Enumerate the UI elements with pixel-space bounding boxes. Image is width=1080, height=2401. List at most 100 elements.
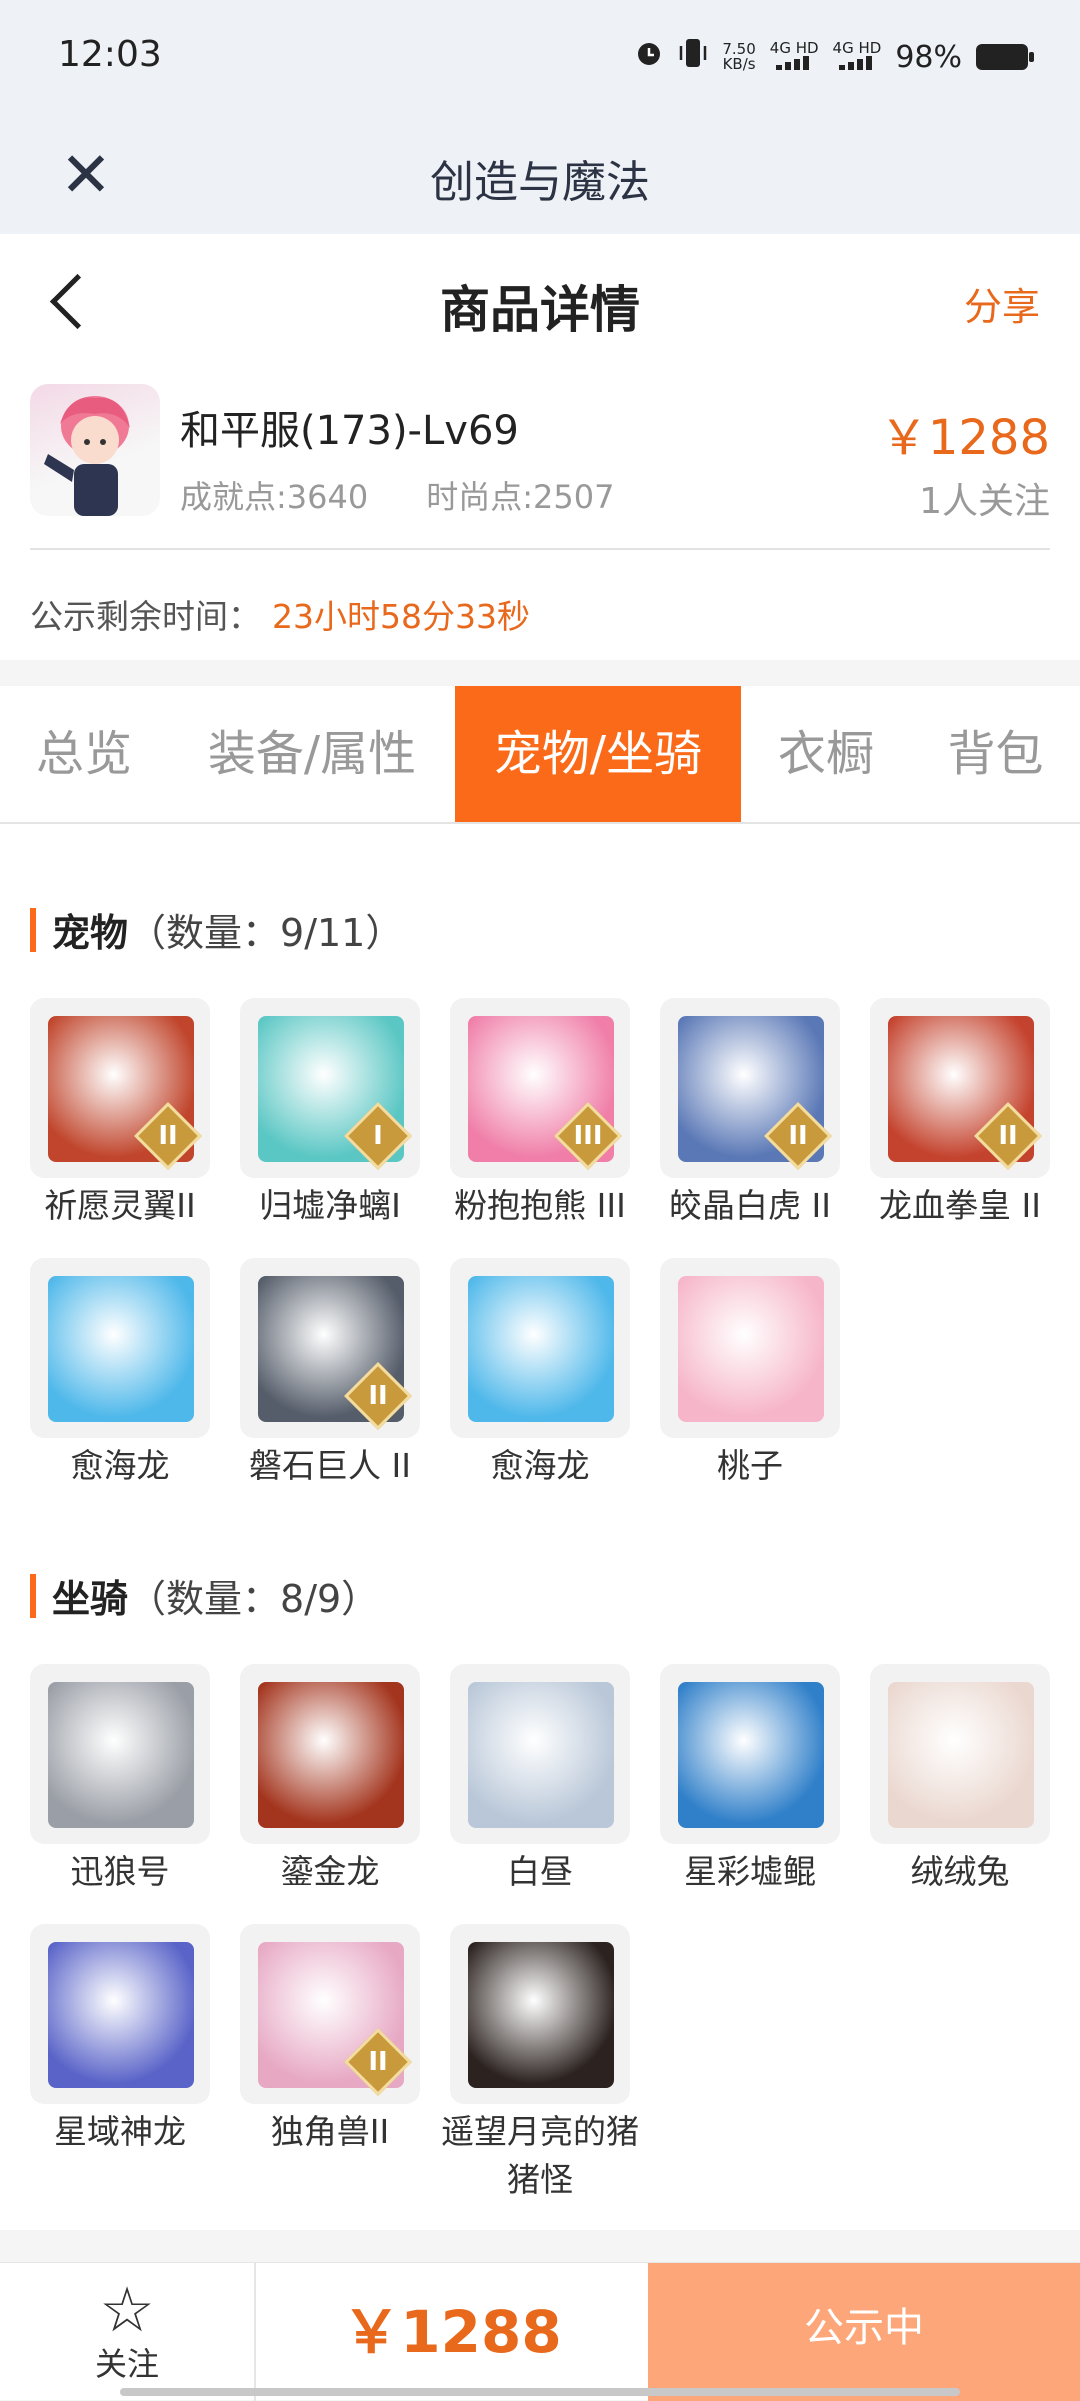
bottom-action-bar: ☆ 关注 ￥1288 公示中 <box>0 2262 1080 2401</box>
notice-countdown: 23小时58分33秒 <box>272 597 530 636</box>
mount-item[interactable]: 星域神龙 <box>30 1924 210 2156</box>
item-thumbnail <box>450 1924 630 2104</box>
tier-label: II <box>998 1121 1018 1151</box>
battery-icon <box>976 44 1034 70</box>
tier-label: III <box>573 1121 603 1151</box>
tab-equipment[interactable]: 装备/属性 <box>168 686 456 822</box>
item-thumbnail <box>30 1664 210 1844</box>
item-thumbnail: II <box>240 1924 420 2104</box>
mount-item[interactable]: 绒绒兔 <box>870 1664 1050 1896</box>
item-thumbnail: II <box>870 998 1050 1178</box>
pet-item[interactable]: II 龙血拳皇 II <box>870 998 1050 1230</box>
tier-label: I <box>373 1121 383 1151</box>
creature-image <box>678 1276 824 1422</box>
tab-wardrobe[interactable]: 衣橱 <box>741 686 911 822</box>
pets-mounts-panel: 宠物 （数量：9/11） II 祈愿灵翼II I 归墟净螭I III 粉抱抱熊 III II… <box>0 824 1080 2230</box>
item-thumbnail: II <box>30 998 210 1178</box>
creature-image <box>48 1276 194 1422</box>
pet-item[interactable]: II 磐石巨人 II <box>240 1258 420 1490</box>
pet-item[interactable]: 桃子 <box>660 1258 840 1490</box>
item-label: 迅狼号 <box>70 1852 170 1891</box>
creature-image <box>468 1682 614 1828</box>
home-indicator <box>120 2388 960 2396</box>
mount-item[interactable]: II 独角兽II <box>240 1924 420 2156</box>
creature-image <box>258 1682 404 1828</box>
item-label: 磐石巨人 II <box>249 1446 411 1485</box>
creature-image <box>888 1682 1034 1828</box>
item-thumbnail: II <box>660 998 840 1178</box>
achievement-points: 成就点:3640 <box>180 478 369 516</box>
follow-button[interactable]: ☆ 关注 <box>0 2263 256 2401</box>
item-label: 星域神龙 <box>54 2112 186 2151</box>
publicity-notice: 公示剩余时间： 23小时58分33秒 <box>0 550 1080 660</box>
status-time: 12:03 <box>58 34 162 75</box>
item-label: 白昼 <box>507 1852 573 1891</box>
app-title: 创造与魔法 <box>430 157 650 208</box>
pet-item[interactable]: II 皎晶白虎 II <box>660 998 840 1230</box>
item-label: 愈海龙 <box>490 1446 590 1485</box>
item-price: ￥1288 <box>879 410 1050 466</box>
pet-item[interactable]: 愈海龙 <box>30 1258 210 1490</box>
item-thumbnail: III <box>450 998 630 1178</box>
item-label: 粉抱抱熊 III <box>454 1186 626 1225</box>
item-label: 皎晶白虎 II <box>669 1186 831 1225</box>
tab-overview[interactable]: 总览 <box>0 686 168 822</box>
pet-item[interactable]: 愈海龙 <box>450 1258 630 1490</box>
item-label: 龙血拳皇 II <box>879 1186 1041 1225</box>
mount-item[interactable]: 星彩墟鲲 <box>660 1664 840 1896</box>
alarm-icon <box>634 38 664 76</box>
tier-label: II <box>368 2047 388 2077</box>
status-button[interactable]: 公示中 <box>648 2263 1080 2401</box>
item-summary: 和平服(173)-Lv69 成就点:3640 时尚点:2507 ￥1288 1人… <box>0 372 1080 550</box>
creature-image <box>468 1942 614 2088</box>
mount-item[interactable]: 遥望月亮的猪猪怪 <box>441 1924 639 2204</box>
tier-label: II <box>158 1121 178 1151</box>
item-thumbnail: I <box>240 998 420 1178</box>
item-thumbnail: II <box>240 1258 420 1438</box>
item-name: 和平服(173)-Lv69 <box>180 408 519 454</box>
item-label: 归墟净螭I <box>259 1186 401 1225</box>
tab-pets-mounts[interactable]: 宠物/坐骑 <box>455 686 741 822</box>
item-thumbnail <box>450 1258 630 1438</box>
pets-count: （数量：9/11） <box>128 911 404 955</box>
fashion-points: 时尚点:2507 <box>426 478 615 516</box>
battery-percent: 98% <box>895 39 962 75</box>
item-label: 祈愿灵翼II <box>44 1186 196 1225</box>
mounts-section-title: 坐骑 （数量：8/9） <box>30 1568 379 1623</box>
share-button[interactable]: 分享 <box>964 276 1040 331</box>
item-thumbnail <box>30 1924 210 2104</box>
item-label: 遥望月亮的猪猪怪 <box>441 2112 639 2199</box>
mount-item[interactable]: 鎏金龙 <box>240 1664 420 1896</box>
pet-item[interactable]: III 粉抱抱熊 III <box>450 998 630 1230</box>
app-bar: ✕ 创造与魔法 <box>0 118 1080 234</box>
follow-label: 关注 <box>94 2345 159 2383</box>
status-icons: 7.50 KB/s 4G HD 4G HD 98% <box>634 36 1034 78</box>
item-thumbnail <box>660 1258 840 1438</box>
item-label: 鎏金龙 <box>280 1852 380 1891</box>
signal-1: 4G HD <box>770 41 819 73</box>
pet-item[interactable]: II 祈愿灵翼II <box>30 998 210 1230</box>
item-thumbnail <box>240 1664 420 1844</box>
page-title: 商品详情 <box>440 281 640 339</box>
item-stats: 成就点:3640 时尚点:2507 <box>180 472 614 518</box>
signal-2: 4G HD <box>833 41 881 73</box>
mounts-count: （数量：8/9） <box>128 1577 380 1621</box>
star-icon: ☆ <box>99 2273 155 2346</box>
tab-bar: 总览 装备/属性 宠物/坐骑 衣橱 背包 <box>0 686 1080 824</box>
section-marker <box>30 907 36 952</box>
item-thumbnail <box>30 1258 210 1438</box>
pets-section-title: 宠物 （数量：9/11） <box>30 902 403 957</box>
follower-count: 1人关注 <box>919 481 1050 522</box>
pet-item[interactable]: I 归墟净螭I <box>240 998 420 1230</box>
item-thumbnail <box>450 1664 630 1844</box>
tab-backpack[interactable]: 背包 <box>911 686 1080 822</box>
section-marker <box>30 1573 36 1618</box>
item-label: 绒绒兔 <box>910 1852 1010 1891</box>
page-header: 商品详情 分享 <box>0 234 1080 372</box>
creature-image <box>48 1942 194 2088</box>
creature-image <box>48 1682 194 1828</box>
item-thumbnail <box>660 1664 840 1844</box>
mount-item[interactable]: 白昼 <box>450 1664 630 1896</box>
item-label: 愈海龙 <box>70 1446 170 1485</box>
mount-item[interactable]: 迅狼号 <box>30 1664 210 1896</box>
